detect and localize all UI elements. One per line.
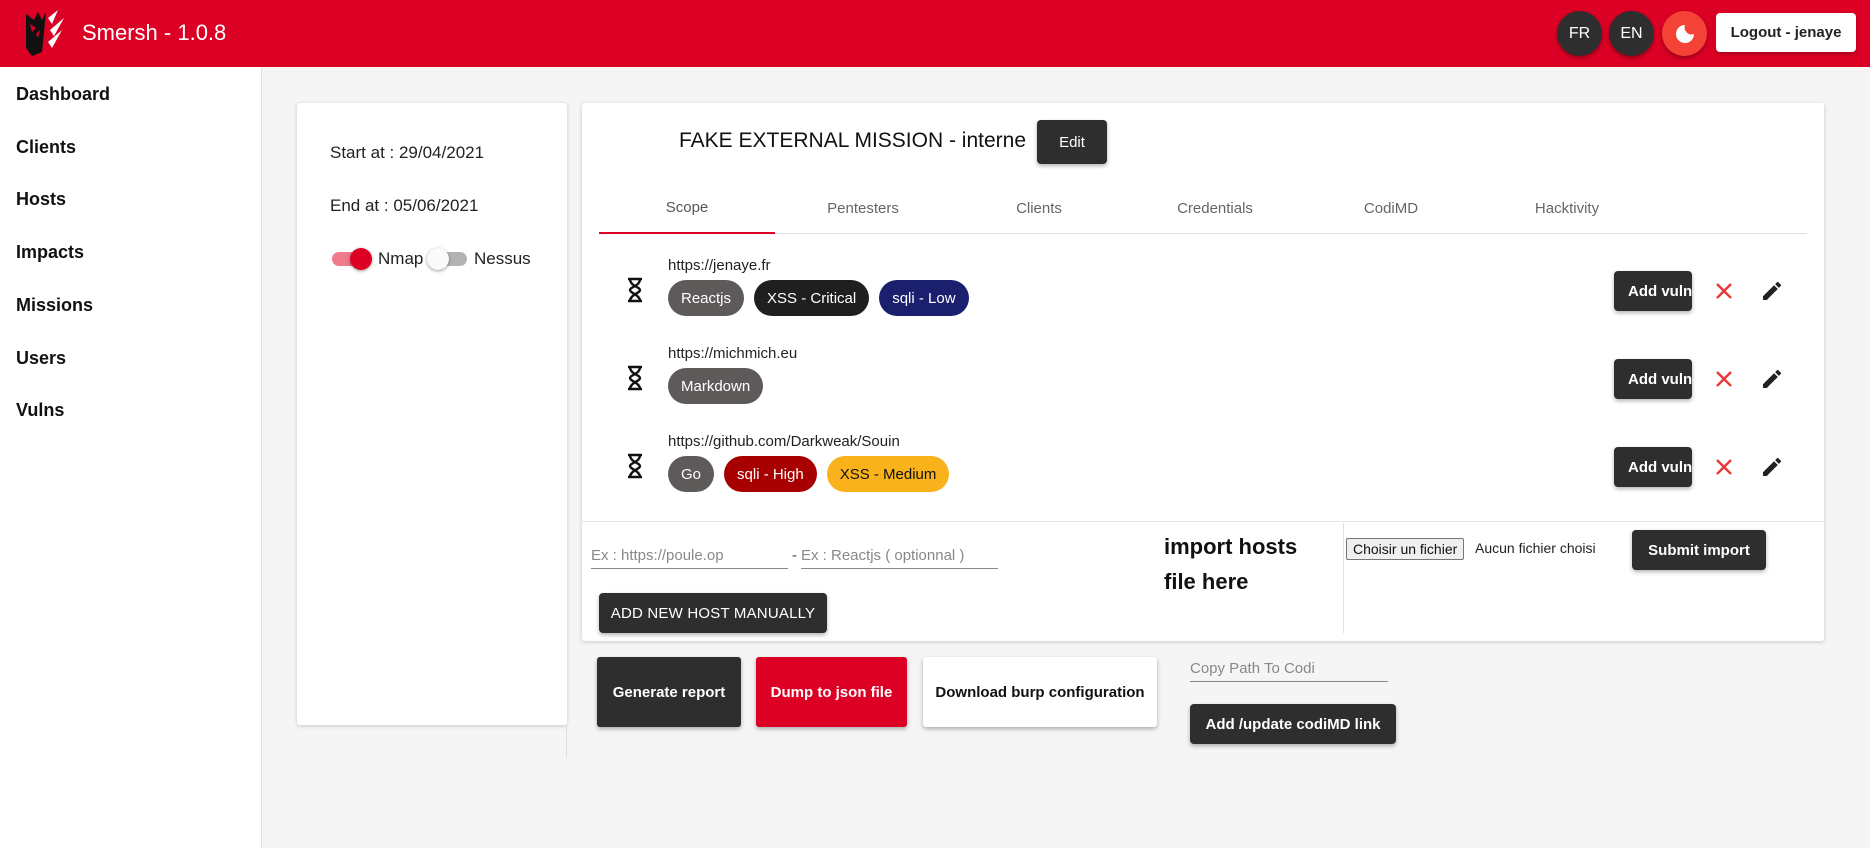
moon-icon xyxy=(1675,24,1694,43)
tab-credentials[interactable]: Credentials xyxy=(1127,182,1303,234)
close-icon[interactable] xyxy=(1712,279,1736,303)
app-title: Smersh - 1.0.8 xyxy=(82,20,227,45)
divider xyxy=(582,521,1824,522)
host-url[interactable]: https://jenaye.fr xyxy=(668,257,771,274)
host-tech-input[interactable] xyxy=(801,543,998,569)
dump-json-button[interactable]: Dump to json file xyxy=(756,657,907,727)
host-url[interactable]: https://github.com/Darkweak/Souin xyxy=(668,433,900,450)
mission-card: FAKE EXTERNAL MISSION - interne Edit Sco… xyxy=(582,103,1824,641)
sidebar-item-clients[interactable]: Clients xyxy=(16,137,76,158)
hourglass-icon xyxy=(628,453,642,479)
sidebar-item-vulns[interactable]: Vulns xyxy=(16,400,64,421)
vuln-chip[interactable]: sqli - Low xyxy=(879,280,969,316)
sidebar-item-missions[interactable]: Missions xyxy=(16,295,93,316)
mission-tabs: Scope Pentesters Clients Credentials Cod… xyxy=(599,182,1807,234)
sidebar-item-users[interactable]: Users xyxy=(16,348,66,369)
vuln-chip[interactable]: XSS - Medium xyxy=(826,456,950,492)
update-codimd-button[interactable]: Add /update codiMD link xyxy=(1190,704,1396,744)
divider xyxy=(566,725,567,757)
mission-info-card: Start at : 29/04/2021 End at : 05/06/202… xyxy=(297,103,567,725)
file-status: Aucun fichier choisi xyxy=(1475,540,1596,556)
close-icon[interactable] xyxy=(1712,367,1736,391)
tab-codimd[interactable]: CodiMD xyxy=(1303,182,1479,234)
add-vuln-button[interactable]: Add vuln xyxy=(1614,447,1692,487)
vuln-chip[interactable]: sqli - High xyxy=(724,456,817,492)
tech-chip[interactable]: Reactjs xyxy=(668,280,745,316)
close-icon[interactable] xyxy=(1712,455,1736,479)
nmap-toggle[interactable] xyxy=(332,248,372,270)
toggle-knob xyxy=(350,248,372,270)
tab-pentesters[interactable]: Pentesters xyxy=(775,182,951,234)
file-chooser-button[interactable]: Choisir un fichier xyxy=(1346,538,1465,560)
separator: - xyxy=(792,547,797,564)
pencil-icon[interactable] xyxy=(1760,367,1784,391)
sidebar-item-impacts[interactable]: Impacts xyxy=(16,242,84,263)
tab-scope[interactable]: Scope xyxy=(599,182,775,234)
start-date: Start at : 29/04/2021 xyxy=(330,143,485,162)
hourglass-icon xyxy=(628,277,642,303)
app-bar: Smersh - 1.0.8 FR EN Logout - jenaye xyxy=(0,0,1870,67)
host-url-input[interactable] xyxy=(591,543,788,569)
host-row: https://github.com/Darkweak/Souin Go sql… xyxy=(582,431,1824,505)
add-host-button[interactable]: ADD NEW HOST MANUALLY xyxy=(599,593,827,633)
tab-clients[interactable]: Clients xyxy=(951,182,1127,234)
lang-en-button[interactable]: EN xyxy=(1609,11,1654,56)
vuln-chip[interactable]: XSS - Critical xyxy=(754,280,870,316)
host-url[interactable]: https://michmich.eu xyxy=(668,345,797,362)
end-date: End at : 05/06/2021 xyxy=(330,196,479,215)
theme-toggle-button[interactable] xyxy=(1662,11,1707,56)
lang-fr-button[interactable]: FR xyxy=(1557,11,1602,56)
pencil-icon[interactable] xyxy=(1760,455,1784,479)
import-label: import hosts file here xyxy=(1164,534,1298,594)
codi-path-input[interactable] xyxy=(1190,656,1388,682)
tech-chip[interactable]: Go xyxy=(668,456,715,492)
download-burp-button[interactable]: Download burp configuration xyxy=(923,657,1157,727)
sidebar-item-hosts[interactable]: Hosts xyxy=(16,189,66,210)
toggle-knob xyxy=(427,248,449,270)
host-row: https://michmich.eu Markdown Add vuln xyxy=(582,343,1824,417)
tab-hacktivity[interactable]: Hacktivity xyxy=(1479,182,1655,234)
sidebar-item-dashboard[interactable]: Dashboard xyxy=(16,84,110,105)
nmap-label: Nmap xyxy=(378,249,424,268)
nessus-label: Nessus xyxy=(474,249,531,268)
edit-mission-button[interactable]: Edit xyxy=(1037,120,1107,164)
smersh-logo xyxy=(26,10,64,56)
tech-chip[interactable]: Markdown xyxy=(668,368,764,404)
mission-title: FAKE EXTERNAL MISSION - interne xyxy=(679,129,1026,152)
logout-button[interactable]: Logout - jenaye xyxy=(1716,13,1856,52)
divider xyxy=(1343,523,1344,633)
host-row: https://jenaye.fr Reactjs XSS - Critical… xyxy=(582,255,1824,329)
hourglass-icon xyxy=(628,365,642,391)
nessus-toggle[interactable] xyxy=(427,248,467,270)
submit-import-button[interactable]: Submit import xyxy=(1632,530,1766,570)
generate-report-button[interactable]: Generate report xyxy=(597,657,741,727)
sidebar: Dashboard Clients Hosts Impacts Missions… xyxy=(0,67,262,848)
add-vuln-button[interactable]: Add vuln xyxy=(1614,359,1692,399)
pencil-icon[interactable] xyxy=(1760,279,1784,303)
add-vuln-button[interactable]: Add vuln xyxy=(1614,271,1692,311)
